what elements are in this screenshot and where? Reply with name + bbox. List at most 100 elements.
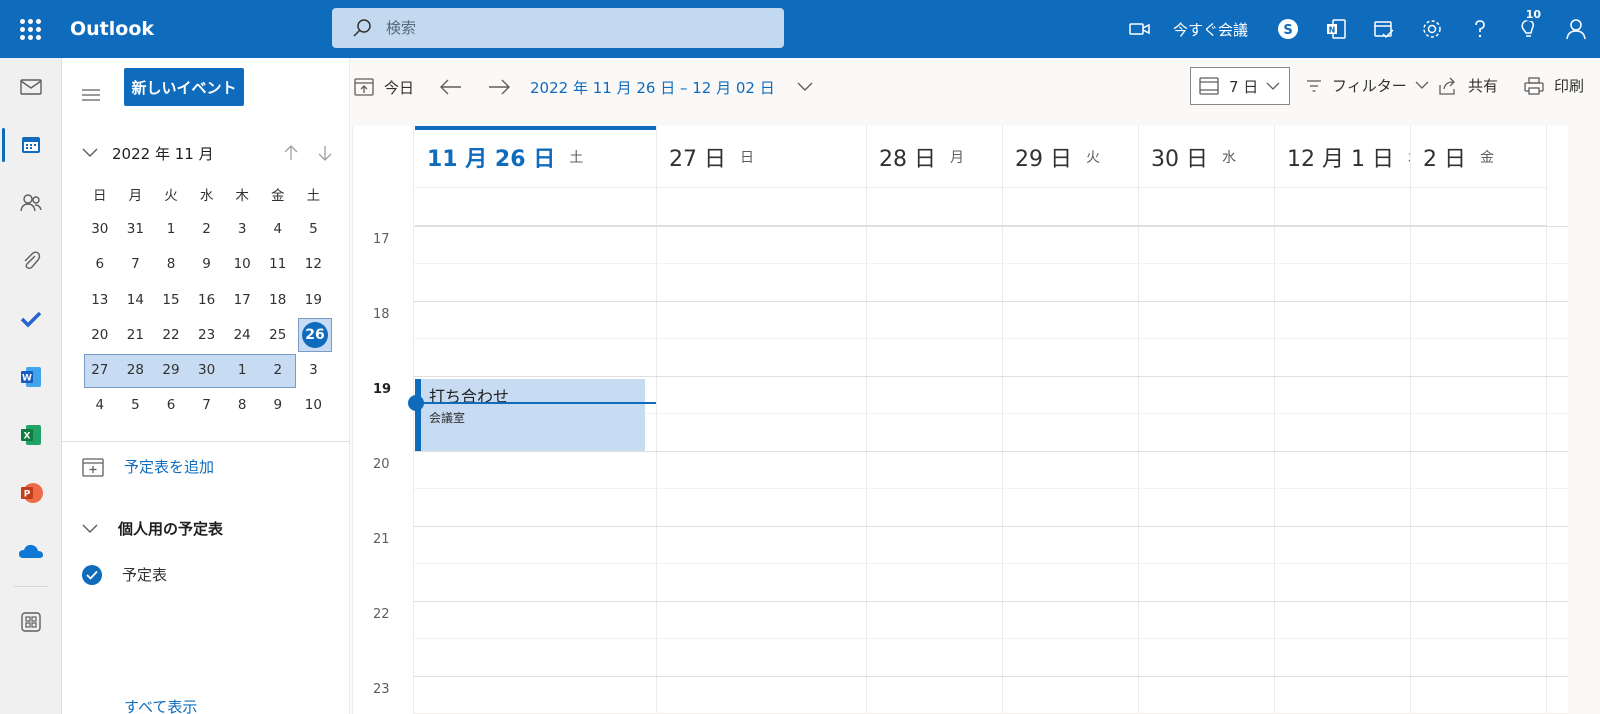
files-nav[interactable] — [0, 232, 62, 290]
mini-calendar-day[interactable]: 13 — [82, 292, 118, 308]
mini-calendar-month[interactable]: 2022 年 11 月 — [112, 143, 214, 164]
app-launcher-button[interactable] — [0, 0, 60, 58]
mini-calendar-day[interactable]: 4 — [82, 397, 118, 413]
mini-calendar-day[interactable]: 19 — [296, 292, 332, 308]
date-range-dropdown[interactable] — [797, 82, 813, 92]
mini-calendar-day[interactable]: 6 — [82, 256, 118, 272]
mini-calendar-day[interactable]: 8 — [224, 397, 260, 413]
day-header[interactable]: 27 日日 — [657, 126, 867, 188]
calendar-nav[interactable] — [0, 116, 62, 174]
search-box[interactable] — [332, 8, 784, 48]
arrow-up-icon[interactable] — [284, 145, 298, 161]
tips-button[interactable]: 10 — [1504, 0, 1552, 58]
mini-calendar-day[interactable]: 20 — [82, 327, 118, 343]
all-day-slot[interactable] — [657, 188, 867, 226]
day-column[interactable] — [1139, 226, 1275, 714]
calendar-list-item[interactable]: 予定表 — [82, 564, 167, 585]
checkmark-circle-icon[interactable] — [82, 564, 102, 585]
share-button[interactable]: 共有 — [1438, 75, 1498, 96]
people-nav[interactable] — [0, 174, 62, 232]
day-column[interactable] — [415, 226, 657, 714]
next-week-button[interactable] — [488, 79, 511, 95]
mini-calendar-day[interactable]: 1 — [153, 221, 189, 237]
account-button[interactable] — [1552, 0, 1600, 58]
mini-calendar-day[interactable]: 9 — [260, 397, 296, 413]
more-apps-nav[interactable] — [0, 593, 62, 651]
mini-calendar-day[interactable]: 16 — [189, 292, 225, 308]
mini-calendar-day[interactable]: 9 — [189, 256, 225, 272]
scrollbar-track[interactable] — [1568, 126, 1600, 714]
excel-nav[interactable]: X — [0, 406, 62, 464]
mini-calendar-day[interactable]: 6 — [153, 397, 189, 413]
mini-calendar-day[interactable]: 27 — [82, 362, 118, 378]
mini-calendar-day[interactable]: 10 — [224, 256, 260, 272]
mini-calendar-day[interactable]: 29 — [153, 362, 189, 378]
mini-calendar-day[interactable]: 3 — [224, 221, 260, 237]
all-day-slot[interactable] — [1139, 188, 1275, 226]
all-day-slot[interactable] — [415, 188, 657, 226]
mini-calendar-day[interactable]: 25 — [260, 327, 296, 343]
settings-button[interactable] — [1408, 0, 1456, 58]
date-range-label[interactable]: 2022 年 11 月 26 日 – 12 月 02 日 — [530, 77, 775, 98]
mini-calendar-day[interactable]: 7 — [118, 256, 154, 272]
mini-calendar-day[interactable]: 22 — [153, 327, 189, 343]
day-column[interactable] — [1275, 226, 1411, 714]
mini-calendar-day[interactable]: 12 — [296, 256, 332, 272]
day-column[interactable] — [867, 226, 1003, 714]
day-column[interactable] — [1003, 226, 1139, 714]
mini-calendar-day[interactable]: 10 — [296, 397, 332, 413]
app-brand[interactable]: Outlook — [70, 18, 320, 40]
onenote-feed-button[interactable]: N — [1312, 0, 1360, 58]
help-button[interactable] — [1456, 0, 1504, 58]
all-day-slot[interactable] — [867, 188, 1003, 226]
all-day-slot[interactable] — [1411, 188, 1547, 226]
view-selector[interactable]: 7 日 — [1190, 67, 1290, 105]
mini-calendar-day[interactable]: 1 — [224, 362, 260, 378]
mini-calendar-day[interactable]: 21 — [118, 327, 154, 343]
all-day-slot[interactable] — [1275, 188, 1411, 226]
mini-calendar-day[interactable]: 8 — [153, 256, 189, 272]
day-header[interactable]: 29 日火 — [1003, 126, 1139, 188]
day-column[interactable] — [1411, 226, 1547, 714]
previous-week-button[interactable] — [440, 79, 462, 95]
skype-button[interactable]: S — [1264, 0, 1312, 58]
day-header[interactable]: 30 日水 — [1139, 126, 1275, 188]
my-day-button[interactable] — [1360, 0, 1408, 58]
day-header[interactable]: 28 日月 — [867, 126, 1003, 188]
print-button[interactable]: 印刷 — [1524, 75, 1584, 96]
mini-calendar-day[interactable]: 30 — [189, 362, 225, 378]
todo-nav[interactable] — [0, 290, 62, 348]
meet-now-button[interactable]: 今すぐ会議 — [1129, 19, 1248, 40]
mini-calendar-day[interactable]: 24 — [224, 327, 260, 343]
mini-calendar-day[interactable]: 3 — [296, 362, 332, 378]
mini-calendar-day[interactable]: 23 — [189, 327, 225, 343]
mini-calendar-day[interactable]: 5 — [118, 397, 154, 413]
new-event-button[interactable]: 新しいイベント — [124, 68, 244, 106]
calendar-group-toggle[interactable]: 個人用の予定表 — [82, 518, 223, 539]
mini-calendar-day[interactable]: 28 — [118, 362, 154, 378]
mini-calendar-day[interactable]: 11 — [260, 256, 296, 272]
mini-calendar-day[interactable]: 7 — [189, 397, 225, 413]
powerpoint-nav[interactable]: P — [0, 464, 62, 522]
day-header[interactable]: 12 月 1 日木 — [1275, 126, 1411, 188]
mini-calendar-day[interactable]: 15 — [153, 292, 189, 308]
mini-calendar-day[interactable]: 17 — [224, 292, 260, 308]
mini-calendar-day[interactable]: 14 — [118, 292, 154, 308]
mini-calendar-day[interactable]: 5 — [296, 221, 332, 237]
collapse-pane-button[interactable] — [82, 86, 100, 105]
day-header[interactable]: 2 日金 — [1411, 126, 1547, 188]
show-all-link[interactable]: すべて表示 — [124, 696, 197, 714]
arrow-down-icon[interactable] — [318, 145, 332, 161]
filter-button[interactable]: フィルター — [1306, 75, 1429, 96]
add-calendar-button[interactable]: 予定表を追加 — [82, 456, 214, 477]
mini-calendar-day[interactable]: 2 — [260, 362, 296, 378]
search-input[interactable] — [386, 19, 766, 37]
mini-calendar-day[interactable]: 31 — [118, 221, 154, 237]
word-nav[interactable]: W — [0, 348, 62, 406]
mini-calendar-day[interactable]: 18 — [260, 292, 296, 308]
calendar-event[interactable]: 打ち合わせ 会議室 — [415, 379, 645, 451]
mini-calendar-day[interactable]: 4 — [260, 221, 296, 237]
all-day-slot[interactable] — [1003, 188, 1139, 226]
mini-calendar-day[interactable]: 30 — [82, 221, 118, 237]
chevron-down-icon[interactable] — [82, 148, 98, 158]
